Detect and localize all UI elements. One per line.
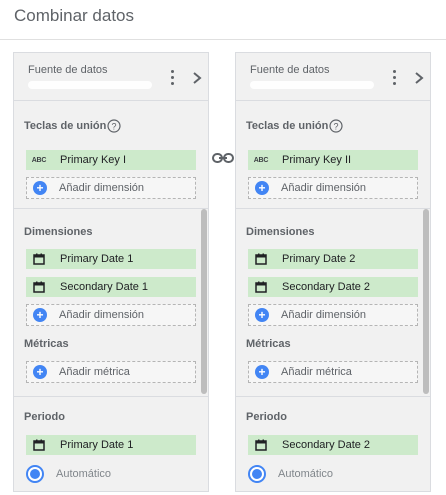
dimensions-title: Dimensiones (246, 226, 315, 238)
add-dimension-button[interactable]: + Añadir dimensión (26, 304, 196, 326)
calendar-icon (26, 435, 52, 455)
source-header[interactable]: Fuente de datos (236, 53, 430, 101)
source-name-redacted (28, 81, 152, 89)
dimension-chip[interactable]: Secondary Date 2 (248, 277, 418, 297)
period-chip[interactable]: Primary Date 1 (26, 435, 196, 455)
data-source-panel-1: Fuente de datos Teclas de unión ? ABC Pr… (13, 52, 209, 492)
dimension-chip[interactable]: Primary Date 2 (248, 249, 418, 269)
chevron-right-icon[interactable] (189, 68, 205, 88)
dimensions-section: Dimensiones Primary Date 1 Secondary Dat… (14, 210, 208, 393)
data-source-panel-2: Fuente de datos Teclas de unión ? ABC Pr… (235, 52, 431, 492)
add-dimension-button[interactable]: + Añadir dimensión (248, 304, 418, 326)
chevron-right-icon[interactable] (411, 68, 427, 88)
calendar-icon (26, 277, 52, 297)
automatic-label: Automático (56, 468, 112, 480)
automatic-radio[interactable] (248, 464, 268, 484)
text-type-icon: ABC (253, 156, 269, 164)
source-label: Fuente de datos (28, 64, 108, 76)
automatic-label: Automático (278, 468, 334, 480)
help-icon[interactable]: ? (329, 119, 343, 133)
period-section: Periodo Secondary Date 2 Automático (236, 396, 430, 491)
join-key-chip[interactable]: ABC Primary Key II (248, 150, 418, 170)
calendar-icon (248, 435, 274, 455)
dimensions-section: Dimensiones Primary Date 2 Secondary Dat… (236, 210, 430, 393)
automatic-radio[interactable] (26, 464, 46, 484)
join-keys-section: Teclas de unión ? ABC Primary Key II + A… (236, 101, 430, 209)
add-metric-button[interactable]: + Añadir métrica (26, 361, 196, 383)
add-dimension-button[interactable]: + Añadir dimensión (248, 177, 418, 199)
period-title: Periodo (246, 411, 287, 423)
svg-text:?: ? (111, 122, 116, 132)
add-icon: + (33, 365, 47, 379)
metrics-title: Métricas (246, 338, 291, 350)
dimension-chip[interactable]: Primary Date 1 (26, 249, 196, 269)
period-chip[interactable]: Secondary Date 2 (248, 435, 418, 455)
dimensions-title: Dimensiones (24, 226, 93, 238)
source-label: Fuente de datos (250, 64, 330, 76)
period-title: Periodo (24, 411, 65, 423)
link-icon[interactable] (212, 152, 234, 164)
source-name-redacted (250, 81, 374, 89)
calendar-icon (248, 277, 274, 297)
join-key-label: Primary Key II (282, 154, 352, 166)
add-icon: + (33, 308, 47, 322)
source-header[interactable]: Fuente de datos (14, 53, 208, 101)
join-keys-title: Teclas de unión (246, 120, 329, 132)
calendar-icon (248, 249, 274, 269)
add-metric-button[interactable]: + Añadir métrica (248, 361, 418, 383)
help-icon[interactable]: ? (107, 119, 121, 133)
join-key-label: Primary Key I (60, 154, 127, 166)
dimension-chip[interactable]: Secondary Date 1 (26, 277, 196, 297)
more-options-icon[interactable] (166, 68, 178, 88)
join-key-chip[interactable]: ABC Primary Key I (26, 150, 196, 170)
calendar-icon (26, 249, 52, 269)
title-bar: Combinar datos (0, 0, 446, 40)
add-icon: + (255, 365, 269, 379)
metrics-title: Métricas (24, 338, 69, 350)
join-keys-title: Teclas de unión (24, 120, 107, 132)
period-section: Periodo Primary Date 1 Automático (14, 396, 208, 491)
more-options-icon[interactable] (388, 68, 400, 88)
scrollbar[interactable] (423, 209, 429, 394)
add-dimension-button[interactable]: + Añadir dimensión (26, 177, 196, 199)
svg-text:?: ? (333, 122, 338, 132)
page-title: Combinar datos (14, 6, 135, 25)
text-type-icon: ABC (31, 156, 47, 164)
add-icon: + (255, 308, 269, 322)
add-icon: + (33, 181, 47, 195)
scrollbar[interactable] (201, 209, 207, 394)
add-icon: + (255, 181, 269, 195)
join-keys-section: Teclas de unión ? ABC Primary Key I + Añ… (14, 101, 208, 209)
